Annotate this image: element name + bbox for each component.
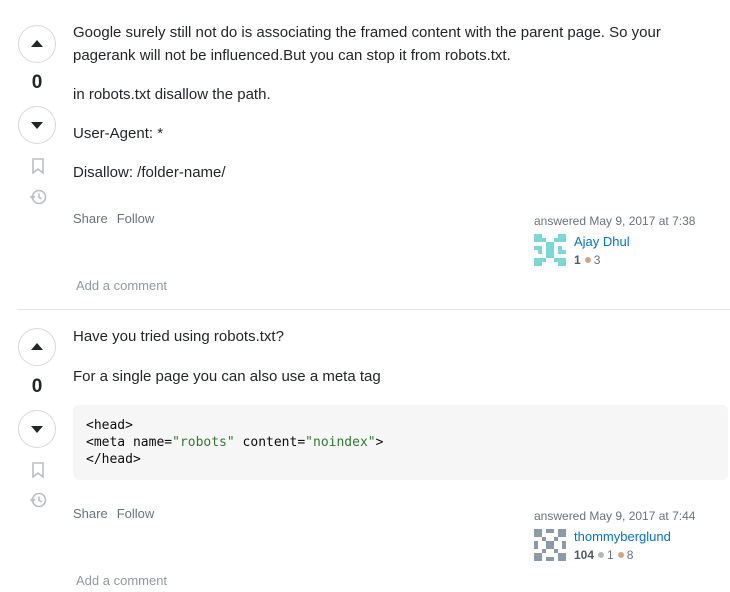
paragraph: Have you tried using robots.txt? bbox=[73, 328, 284, 345]
user-name-link[interactable]: Ajay Dhul bbox=[574, 234, 630, 249]
add-comment-link[interactable]: Add a comment bbox=[76, 573, 167, 588]
paragraph: Google surely still not do is associatin… bbox=[73, 24, 661, 41]
answer: 0 Google surely still not do is associat… bbox=[17, 0, 730, 310]
avatar[interactable] bbox=[534, 529, 566, 561]
bronze-badge-count: 8 bbox=[626, 548, 634, 562]
answered-timestamp: answered May 9, 2017 at 7:44 bbox=[534, 509, 696, 523]
follow-link[interactable]: Follow bbox=[117, 211, 155, 226]
history-icon[interactable] bbox=[29, 188, 47, 206]
user-reputation: 13 bbox=[574, 253, 600, 267]
answered-timestamp: answered May 9, 2017 at 7:38 bbox=[534, 214, 696, 228]
post-menu: Share Follow bbox=[73, 211, 163, 226]
paragraph: User-Agent: * bbox=[73, 125, 164, 142]
vote-count: 0 bbox=[31, 72, 43, 93]
vote-count: 0 bbox=[31, 376, 43, 397]
reputation-score: 1 bbox=[574, 253, 581, 267]
downvote-button[interactable] bbox=[18, 106, 56, 144]
bronze-badge-icon bbox=[584, 257, 591, 264]
silver-badge-icon bbox=[598, 552, 605, 559]
vote-cell: 0 bbox=[17, 311, 57, 521]
upvote-button[interactable] bbox=[18, 328, 56, 366]
user-reputation: 104 1 8 bbox=[574, 548, 633, 562]
code-line: <meta name="robots" content="noindex"> bbox=[86, 435, 384, 450]
answer: 0 Have you tried using robots.txt? For a… bbox=[0, 311, 730, 592]
post-menu: Share Follow bbox=[73, 506, 163, 521]
code-block: <head> <meta name="robots" content="noin… bbox=[73, 405, 728, 480]
user-signature: answered May 9, 2017 at 7:44 thommybergl… bbox=[534, 509, 730, 562]
downvote-button[interactable] bbox=[18, 410, 56, 448]
user-signature: answered May 9, 2017 at 7:38 Ajay Dhul 1… bbox=[534, 214, 730, 267]
arrow-down-icon bbox=[31, 426, 43, 433]
arrow-up-icon bbox=[31, 343, 43, 350]
bronze-badge-count: 3 bbox=[593, 253, 601, 267]
code-line: <head> bbox=[86, 418, 133, 433]
history-icon[interactable] bbox=[29, 491, 47, 509]
silver-badge-count: 1 bbox=[607, 548, 614, 562]
bookmark-icon[interactable] bbox=[29, 157, 47, 175]
arrow-down-icon bbox=[31, 122, 43, 129]
arrow-up-icon bbox=[31, 40, 43, 47]
share-link[interactable]: Share bbox=[73, 506, 108, 521]
paragraph: Disallow: /folder-name/ bbox=[73, 164, 226, 181]
paragraph: pagerank will not be influenced.But you … bbox=[73, 47, 511, 64]
reputation-score: 104 bbox=[574, 548, 595, 562]
paragraph: For a single page you can also use a met… bbox=[73, 368, 381, 385]
add-comment-link[interactable]: Add a comment bbox=[76, 278, 167, 293]
vote-cell: 0 bbox=[17, 0, 57, 210]
user-name-link[interactable]: thommyberglund bbox=[574, 529, 671, 544]
bronze-badge-icon bbox=[617, 552, 624, 559]
follow-link[interactable]: Follow bbox=[117, 506, 155, 521]
paragraph: in robots.txt disallow the path. bbox=[73, 86, 271, 103]
share-link[interactable]: Share bbox=[73, 211, 108, 226]
avatar[interactable] bbox=[534, 234, 566, 266]
code-line: </head> bbox=[86, 452, 141, 467]
upvote-button[interactable] bbox=[18, 25, 56, 63]
bookmark-icon[interactable] bbox=[29, 461, 47, 479]
